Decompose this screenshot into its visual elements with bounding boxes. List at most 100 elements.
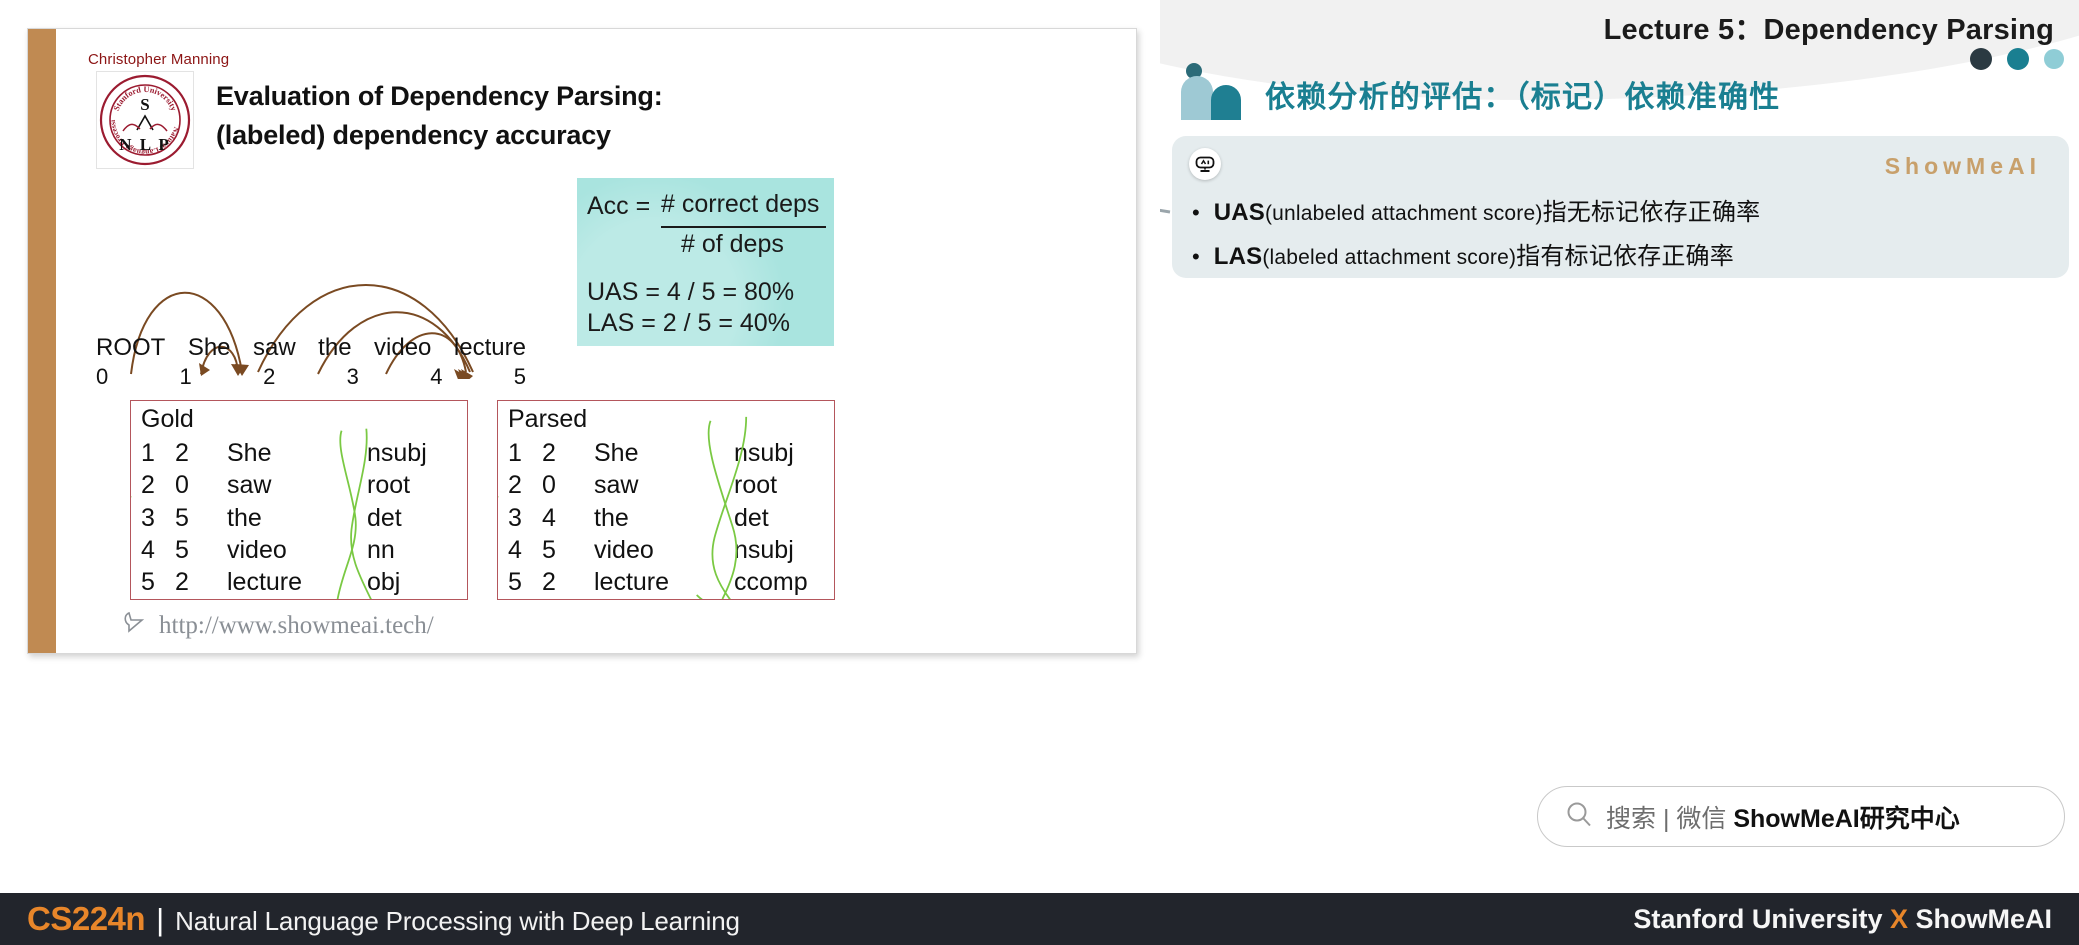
row-label: nsubj — [367, 439, 427, 467]
bullet-paren: (labeled attachment score) — [1262, 246, 1517, 269]
row-id: 3 — [141, 503, 155, 532]
bottom-bar-separator: | — [156, 902, 165, 937]
row-word: video — [227, 535, 287, 564]
dep-index: 4 — [430, 364, 443, 389]
row-id: 5 — [508, 568, 522, 596]
bullet-rest: 指有标记依存正确率 — [1516, 243, 1734, 270]
lecture-title: Lecture 5：Dependency Parsing — [1603, 14, 2054, 46]
bullet-term: LAS — [1213, 243, 1263, 270]
row-label: det — [367, 503, 402, 532]
table-row: 2 0 saw root — [141, 469, 461, 501]
row-id: 1 — [508, 439, 522, 467]
table-row: 4 5 video nn — [141, 534, 461, 566]
row-label: nn — [367, 535, 395, 564]
bottom-bar: CS224n | Natural Language Processing wit… — [0, 893, 2079, 945]
row-label: nsubj — [734, 439, 794, 467]
table-row: 1 2 She nsubj — [508, 437, 828, 469]
bullet-marker: • — [1192, 200, 1200, 225]
dep-word: the — [318, 334, 352, 361]
gold-table: Gold 1 2 She nsubj 2 0 saw root 3 5 the … — [130, 400, 468, 600]
row-id: 3 — [508, 503, 522, 532]
definition-callout: ShowMeAI • UAS(unlabeled attachment scor… — [1172, 136, 2069, 278]
formula-numerator: # correct deps — [661, 190, 820, 218]
gold-table-title: Gold — [141, 405, 194, 433]
parsed-table-title: Parsed — [508, 405, 588, 433]
row-id: 5 — [141, 568, 155, 596]
bottom-bar-right: Stanford University X ShowMeAI — [1633, 904, 2052, 935]
accuracy-formula-panel: Acc = # correct deps # of deps UAS = 4 /… — [577, 178, 834, 346]
row-id: 4 — [141, 535, 155, 564]
row-label: root — [367, 471, 411, 500]
parsed-table: Parsed 1 2 She nsubj 2 0 saw root 3 4 th… — [497, 400, 835, 600]
dep-word: ROOT — [96, 334, 166, 361]
slide-title-line1: Evaluation of Dependency Parsing: — [216, 81, 663, 111]
row-id: 4 — [508, 535, 522, 564]
row-word: video — [594, 535, 654, 564]
bottom-right-suffix: ShowMeAI — [1907, 903, 2052, 934]
course-code: CS224n — [27, 900, 146, 937]
row-label: nsubj — [734, 535, 794, 564]
section-header: 依赖分析的评估：（标记）依赖准确性 — [1181, 62, 1780, 125]
search-prefix: 搜索 | 微信 — [1606, 804, 1734, 833]
table-row: 3 4 the det — [508, 502, 828, 534]
bullet-text: LAS(labeled attachment score)指有标记依存正确率 — [1214, 236, 1734, 271]
dep-index: 2 — [263, 364, 276, 389]
row-label: obj — [367, 568, 401, 596]
row-head: 2 — [542, 568, 556, 596]
dep-index: 0 — [96, 364, 109, 389]
table-row: 5 2 lecture ccomp — [508, 566, 828, 598]
right-panel: Lecture 5：Dependency Parsing 依赖分析的评估：（标记… — [1160, 0, 2079, 880]
bullet-paren: (unlabeled attachment score) — [1264, 202, 1543, 225]
table-row: 1 2 She nsubj — [141, 437, 461, 469]
table-row: 4 5 video nsubj — [508, 534, 828, 566]
callout-bullet-list: • UAS(unlabeled attachment score)指无标记依存正… — [1192, 192, 2053, 280]
formula-acc-label: Acc = — [587, 192, 651, 220]
slide-title-line2: (labeled) dependency accuracy — [216, 120, 611, 151]
row-id: 1 — [141, 439, 155, 467]
wechat-search-pill[interactable]: 搜索 | 微信 ShowMeAI研究中心 — [1537, 786, 2065, 847]
slide-page: Christopher Manning Stanford University … — [0, 0, 2079, 945]
showmeai-watermark: ShowMeAI — [1884, 153, 2041, 179]
formula-las-line: LAS = 2 / 5 = 40% — [587, 309, 790, 337]
svg-text:N L P: N L P — [119, 135, 171, 154]
dep-index: 3 — [346, 364, 359, 389]
row-head: 5 — [175, 503, 189, 532]
pointer-cursor-icon — [122, 609, 148, 642]
stanford-nlp-logo: Stanford University Natural Language Pro… — [95, 65, 194, 169]
slide-title: Evaluation of Dependency Parsing: (label… — [216, 77, 836, 155]
row-head: 0 — [542, 471, 556, 500]
row-word: She — [594, 439, 639, 467]
row-label: root — [734, 471, 778, 500]
ai-robot-icon — [1189, 148, 1221, 180]
bottom-right-x: X — [1889, 903, 1908, 934]
header-decor-dots — [1970, 48, 2064, 70]
dep-index: 5 — [513, 364, 526, 389]
row-id: 2 — [508, 471, 522, 500]
slide-spine-accent — [28, 29, 56, 653]
row-head: 2 — [542, 439, 556, 467]
course-name: Natural Language Processing with Deep Le… — [175, 906, 740, 936]
row-word: lecture — [227, 568, 303, 596]
table-row: 3 5 the det — [141, 502, 461, 534]
bullet-marker: • — [1192, 244, 1200, 269]
site-url-text: http://www.showmeai.tech/ — [159, 611, 434, 639]
slide-author: Christopher Manning — [88, 51, 230, 68]
row-word: lecture — [594, 568, 670, 596]
row-head: 5 — [542, 535, 556, 564]
row-word: saw — [594, 471, 639, 500]
row-word: the — [594, 503, 629, 532]
search-icon — [1564, 799, 1594, 834]
slide-card: Christopher Manning Stanford University … — [27, 28, 1137, 654]
dep-word: She — [187, 334, 231, 361]
list-item: • UAS(unlabeled attachment score)指无标记依存正… — [1192, 192, 2053, 227]
dep-word: saw — [253, 334, 296, 361]
bottom-bar-left: CS224n | Natural Language Processing wit… — [27, 900, 740, 938]
bullet-rest: 指无标记依存正确率 — [1542, 199, 1761, 226]
table-row: 5 2 lecture obj — [141, 566, 461, 598]
row-word: She — [227, 439, 272, 467]
formula-denominator: # of deps — [681, 230, 784, 258]
row-id: 2 — [141, 471, 155, 500]
formula-fraction-rule — [661, 226, 826, 228]
row-head: 0 — [175, 471, 189, 500]
formula-uas-line: UAS = 4 / 5 = 80% — [587, 278, 795, 306]
